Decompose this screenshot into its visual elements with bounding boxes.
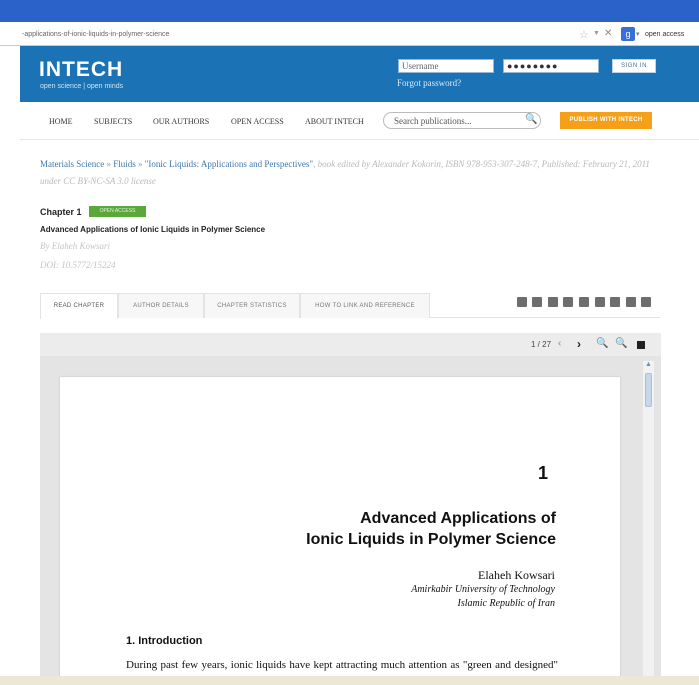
forgot-password-link[interactable]: Forgot password?: [397, 78, 461, 88]
pdf-chapter-number: 1: [537, 463, 548, 483]
zoom-in-icon[interactable]: 🔍: [615, 338, 627, 349]
nav-item-about-intech[interactable]: ABOUT INTECH: [305, 117, 364, 126]
browser-title-bar: [0, 0, 699, 22]
pdf-section-heading: 1. Introduction: [126, 635, 203, 647]
tab-chapter-statistics[interactable]: CHAPTER STATISTICS: [204, 293, 300, 318]
digg-icon[interactable]: [563, 297, 573, 307]
main-nav: HOME SUBJECTS OUR AUTHORS OPEN ACCESS AB…: [20, 102, 699, 140]
nav-item-our-authors[interactable]: OUR AUTHORS: [153, 117, 209, 126]
fullscreen-icon[interactable]: [637, 341, 645, 349]
linkedin-icon[interactable]: [610, 297, 620, 307]
pdf-affiliation-line-1: Amirkabir University of Technology: [411, 584, 555, 595]
search-placeholder[interactable]: Search publications...: [394, 116, 471, 126]
intech-logo[interactable]: INTECH: [39, 58, 123, 82]
viewer-scrollbar[interactable]: ▲: [643, 361, 654, 685]
search-engine-icon[interactable]: g: [621, 27, 635, 41]
chevron-down-icon[interactable]: ▼: [593, 30, 600, 37]
pdf-title-line-1: Advanced Applications of: [360, 510, 556, 527]
pdf-page: 1 Advanced Applications of Ionic Liquids…: [60, 377, 620, 685]
tab-how-to-link[interactable]: HOW TO LINK AND REFERENCE: [300, 293, 430, 318]
stop-icon[interactable]: ✕: [604, 28, 612, 39]
delicious-icon[interactable]: [548, 297, 558, 307]
chapter-title: Advanced Applications of Ionic Liquids i…: [40, 225, 266, 234]
url-text[interactable]: -applications-of-ionic-liquids-in-polyme…: [22, 31, 169, 38]
tab-read-chapter[interactable]: READ CHAPTER: [40, 293, 118, 319]
publish-with-intech-button[interactable]: PUBLISH WITH INTECH: [560, 112, 652, 129]
browser-search-input[interactable]: open access: [645, 31, 684, 38]
email-icon[interactable]: [641, 297, 651, 307]
browser-status-bar: [0, 676, 699, 685]
nav-item-open-access[interactable]: OPEN ACCESS: [231, 117, 284, 126]
zoom-out-icon[interactable]: 🔍: [596, 338, 608, 349]
site-header: INTECH open science | open minds Usernam…: [20, 46, 699, 102]
pdf-author-name: Elaheh Kowsari: [478, 568, 555, 582]
breadcrumb-separator: »: [104, 159, 114, 169]
search-icon[interactable]: 🔍: [525, 114, 537, 125]
breadcrumb: Materials Science » Fluids » "Ionic Liqu…: [40, 156, 660, 190]
chapter-label: Chapter 1: [40, 207, 82, 217]
pdf-viewer: 1 / 27 ‹ › 🔍 🔍 1 Advanced Applications o…: [40, 333, 661, 685]
viewer-toolbar: 1 / 27 ‹ › 🔍 🔍: [40, 333, 661, 356]
password-field[interactable]: ●●●●●●●●: [503, 59, 599, 73]
chapter-doi: DOI: 10.5772/15224: [40, 260, 116, 270]
breadcrumb-book[interactable]: "Ionic Liquids: Applications and Perspec…: [145, 159, 313, 169]
search-input[interactable]: Search publications... 🔍: [383, 112, 541, 129]
scroll-up-icon[interactable]: ▲: [645, 361, 652, 368]
address-bar[interactable]: -applications-of-ionic-liquids-in-polyme…: [0, 24, 699, 46]
tagline: open science | open minds: [40, 83, 124, 90]
scrollbar-thumb[interactable]: [645, 373, 652, 407]
open-access-badge: OPEN ACCESS: [89, 206, 146, 217]
nav-item-subjects[interactable]: SUBJECTS: [94, 117, 132, 126]
chapter-author[interactable]: By Elaheh Kowsari: [40, 241, 110, 251]
search-engine-dropdown-icon[interactable]: ▾: [636, 30, 640, 38]
next-page-icon[interactable]: ›: [577, 337, 581, 351]
username-field[interactable]: Username: [398, 59, 494, 73]
twitter-icon[interactable]: [532, 297, 542, 307]
page-counter: 1 / 27: [531, 340, 552, 349]
pdf-affiliation-line-2: Islamic Republic of Iran: [457, 598, 555, 609]
pdf-title-line-2: Ionic Liquids in Polymer Science: [306, 531, 556, 548]
facebook-icon[interactable]: [517, 297, 527, 307]
star-icon[interactable]: ☆: [579, 28, 589, 41]
tab-author-details[interactable]: AUTHOR DETAILS: [118, 293, 204, 318]
sign-in-button[interactable]: SIGN IN: [612, 59, 656, 73]
stumbleupon-icon[interactable]: [579, 297, 589, 307]
reddit-icon[interactable]: [595, 297, 605, 307]
nav-item-home[interactable]: HOME: [49, 117, 73, 126]
breadcrumb-separator: »: [135, 159, 145, 169]
breadcrumb-subcategory[interactable]: Fluids: [113, 159, 136, 169]
prev-page-icon[interactable]: ‹: [558, 338, 561, 349]
blogger-icon[interactable]: [626, 297, 636, 307]
breadcrumb-subject[interactable]: Materials Science: [40, 159, 104, 169]
